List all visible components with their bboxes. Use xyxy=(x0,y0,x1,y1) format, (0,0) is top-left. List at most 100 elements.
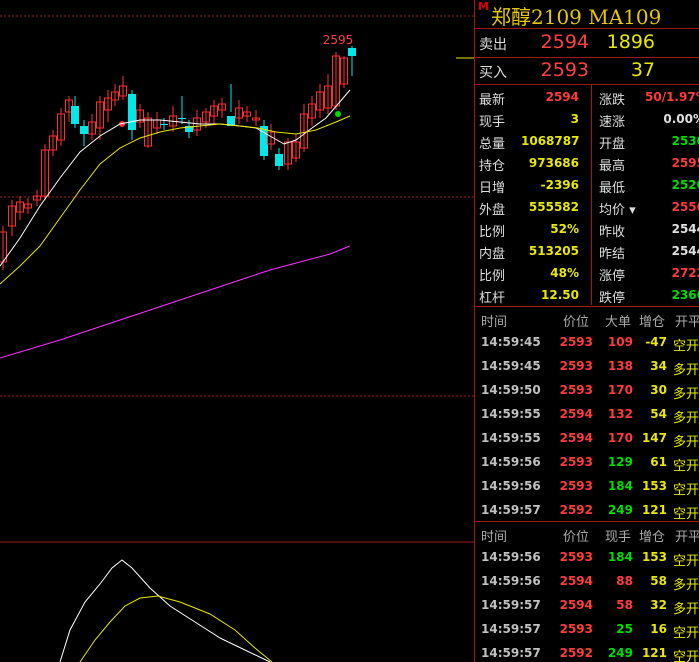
tick-header: 时间 价位 大单 增仓 开平 xyxy=(475,308,699,330)
tick-time: 14:59:55 xyxy=(481,431,541,445)
quote-row: 现手 3 速涨 0.00% xyxy=(475,108,699,130)
tick-header-cell: 时间 xyxy=(481,315,508,330)
tick-time: 14:59:55 xyxy=(481,407,541,421)
quote-label: 涨跌 xyxy=(599,93,626,108)
buy-price: 2593 xyxy=(540,59,589,81)
tick-volume: 138 xyxy=(607,359,633,373)
quote-value: 513205 xyxy=(528,244,579,258)
quote-panel: M 郑醇2109 MA109 卖出 2594 1896 买入 2593 37 最… xyxy=(474,0,699,662)
tick-price: 2593 xyxy=(559,479,593,493)
tick-position-change: 121 xyxy=(641,646,667,660)
tick-row[interactable]: 14:59:57 2593 25 16 空开 xyxy=(475,617,699,641)
tick-position-change: 30 xyxy=(650,383,667,397)
tick-row[interactable]: 14:59:57 2594 58 32 多开 xyxy=(475,593,699,617)
indicator-line-b xyxy=(79,595,273,662)
quote-label: 日增 xyxy=(479,181,506,196)
buy-row: 买入 2593 37 xyxy=(475,58,699,84)
tick-price: 2592 xyxy=(559,503,593,517)
sell-price: 2594 xyxy=(540,31,589,53)
tick-header-cell: 价位 xyxy=(563,530,590,545)
quote-label: 跌停 xyxy=(599,291,626,306)
ma-slow-line xyxy=(0,245,351,359)
quote-value: -2396 xyxy=(540,178,579,192)
tick-time: 14:59:57 xyxy=(481,598,541,612)
tick-type: 空开 xyxy=(673,483,699,498)
tick-position-change: 147 xyxy=(641,431,667,445)
quote-row: 持仓 973686 最高 2595 xyxy=(475,152,699,174)
tick-price: 2593 xyxy=(559,622,593,636)
tick-type: 空开 xyxy=(673,554,699,569)
tick-type: 多开 xyxy=(673,578,699,593)
quote-value: 2556 xyxy=(671,200,699,214)
tick-row[interactable]: 14:59:56 2594 88 58 多开 xyxy=(475,569,699,593)
candle-down xyxy=(348,48,356,56)
quote-value: 0.00% xyxy=(663,112,699,126)
tick-time: 14:59:56 xyxy=(481,550,541,564)
tick-header-cell: 增仓 xyxy=(639,530,666,545)
tick-volume: 129 xyxy=(607,455,633,469)
tick-time: 14:59:56 xyxy=(481,574,541,588)
tick-price: 2594 xyxy=(559,574,593,588)
quote-label: 速涨 xyxy=(599,115,626,130)
quote-value: 2544 xyxy=(671,222,699,236)
quote-label: 现手 xyxy=(479,115,506,130)
tick-row[interactable]: 14:59:55 2594 132 54 多开 xyxy=(475,402,699,426)
signal-dot xyxy=(335,111,341,117)
quote-row: 比例 48% 涨停 2722 xyxy=(475,262,699,284)
tick-volume: 249 xyxy=(607,503,633,517)
buy-volume: 37 xyxy=(630,59,655,81)
tick-row[interactable]: 14:59:56 2593 184 153 空开 xyxy=(475,474,699,498)
quote-label: 最高 xyxy=(599,159,626,174)
tick-type: 多开 xyxy=(673,363,699,378)
kline-chart[interactable]: 2595 xyxy=(0,0,474,662)
quote-label: 总量 xyxy=(479,137,506,152)
tick-row[interactable]: 14:59:57 2592 249 121 空开 xyxy=(475,498,699,522)
quote-row: 最新 2594 涨跌 50/1.97% xyxy=(475,86,699,108)
tick-row[interactable]: 14:59:55 2594 170 147 多开 xyxy=(475,426,699,450)
quote-label: 最新 xyxy=(479,93,506,108)
quote-label: 杠杆 xyxy=(479,291,506,306)
quote-row: 日增 -2396 最低 2520 xyxy=(475,174,699,196)
quote-label: 内盘 xyxy=(479,247,506,262)
tick-price: 2593 xyxy=(559,550,593,564)
tick-position-change: 153 xyxy=(641,550,667,564)
quote-label: 比例 xyxy=(479,269,506,284)
quote-value: 3 xyxy=(570,112,579,126)
quote-value: 2544 xyxy=(671,244,699,258)
tick-position-change: 61 xyxy=(650,455,667,469)
tick-row[interactable]: 14:59:45 2593 138 34 多开 xyxy=(475,354,699,378)
candle-down xyxy=(275,154,283,166)
tick-type: 多开 xyxy=(673,387,699,402)
tick-time: 14:59:45 xyxy=(481,335,541,349)
tick-price: 2594 xyxy=(559,598,593,612)
quote-value: 1068787 xyxy=(521,134,580,148)
quote-value: 2366 xyxy=(671,288,699,302)
tick-row[interactable]: 14:59:56 2593 184 153 空开 xyxy=(475,545,699,569)
tick-row[interactable]: 14:59:56 2593 129 61 空开 xyxy=(475,450,699,474)
tick-volume: 184 xyxy=(607,479,633,493)
tick-time: 14:59:57 xyxy=(481,503,541,517)
tick-price: 2593 xyxy=(559,383,593,397)
tick-time: 14:59:56 xyxy=(481,455,541,469)
contract-name[interactable]: 郑醇2109 MA109 xyxy=(491,1,661,30)
quote-label: 持仓 xyxy=(479,159,506,174)
tick-row[interactable]: 14:59:45 2593 109 -47 空开 xyxy=(475,330,699,354)
quote-value: 2520 xyxy=(671,178,699,192)
tick-volume: 25 xyxy=(616,622,633,636)
tick-price: 2593 xyxy=(559,359,593,373)
quote-label: 外盘 xyxy=(479,203,506,218)
tick-header-cell: 现手 xyxy=(605,530,632,545)
quote-value: 555582 xyxy=(528,200,579,214)
tick-time: 14:59:45 xyxy=(481,359,541,373)
tick-volume: 170 xyxy=(607,383,633,397)
tick-header-cell: 时间 xyxy=(481,530,508,545)
sell-label: 卖出 xyxy=(479,37,507,53)
tick-time: 14:59:50 xyxy=(481,383,541,397)
sell-row: 卖出 2594 1896 xyxy=(475,30,699,56)
tick-row[interactable]: 14:59:57 2592 249 121 空开 xyxy=(475,641,699,662)
tick-type: 空开 xyxy=(673,459,699,474)
quote-value: 973686 xyxy=(528,156,579,170)
quote-label: 涨停 xyxy=(599,269,626,284)
quote-value: 52% xyxy=(550,222,579,236)
tick-row[interactable]: 14:59:50 2593 170 30 多开 xyxy=(475,378,699,402)
